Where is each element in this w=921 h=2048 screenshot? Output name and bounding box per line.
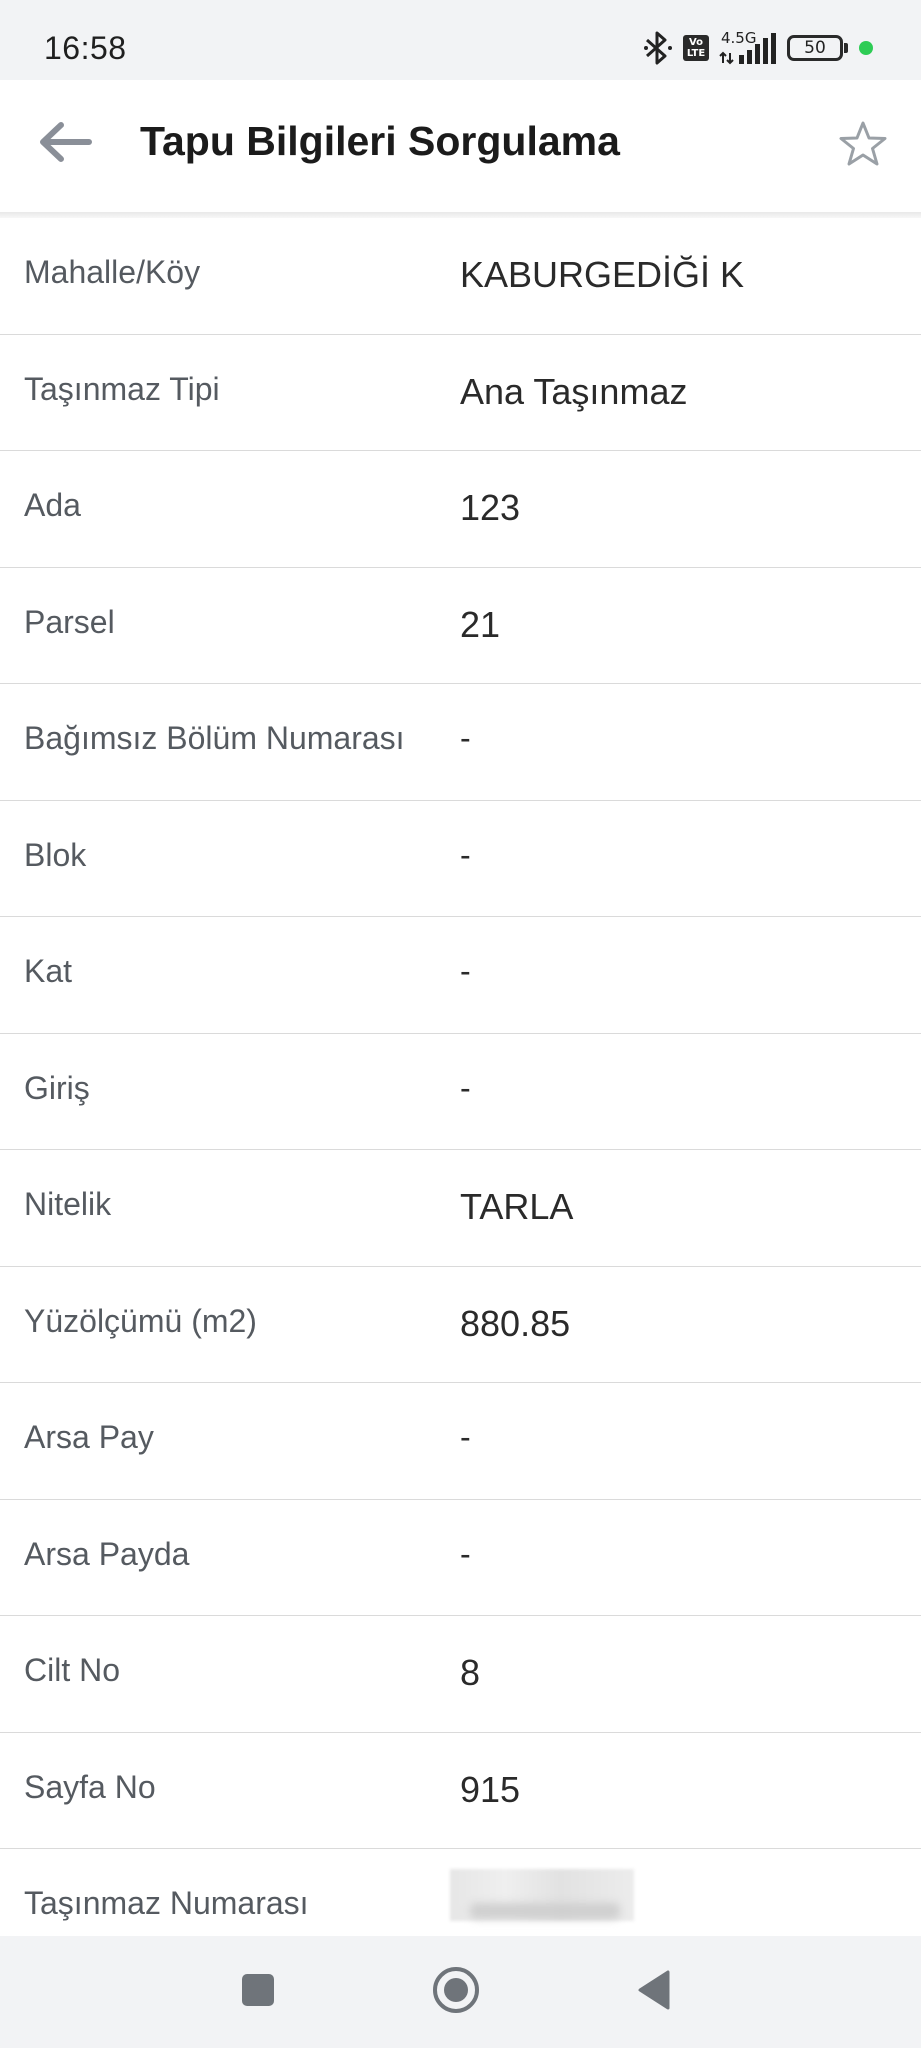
list-item: Parsel 21 xyxy=(0,568,921,684)
list-item: Yüzölçümü (m2) 880.85 xyxy=(0,1267,921,1383)
row-label: Blok xyxy=(24,836,87,873)
row-value: 880.85 xyxy=(460,1302,571,1344)
row-value: - xyxy=(460,1419,471,1455)
redacted-text-blur xyxy=(470,1903,620,1919)
volte-icon: Vo LTE xyxy=(683,35,709,61)
row-label: Taşınmaz Numarası xyxy=(24,1885,309,1921)
row-value: - xyxy=(460,836,471,873)
row-value: 21 xyxy=(460,603,501,645)
triangle-back-icon xyxy=(634,1968,674,2017)
app-bar: Tapu Bilgileri Sorgulama xyxy=(0,80,921,212)
row-value: KABURGEDİĞİ K xyxy=(460,254,745,295)
privacy-indicator-dot xyxy=(859,41,873,55)
row-label: Yüzölçümü (m2) xyxy=(24,1302,257,1339)
row-label: Bağımsız Bölüm Numarası xyxy=(24,720,405,756)
row-value: 915 xyxy=(460,1768,521,1810)
list-item: Taşınmaz Numarası xyxy=(0,1849,921,1936)
redacted-value xyxy=(450,1869,634,1921)
row-label: Giriş xyxy=(24,1069,90,1106)
nav-back-button[interactable] xyxy=(622,1960,686,2024)
status-icons: Vo LTE 4.5G 50 xyxy=(643,28,873,68)
back-button[interactable] xyxy=(30,114,100,174)
status-time: 16:58 xyxy=(44,30,127,66)
row-label: Ada xyxy=(24,487,81,523)
arrow-left-icon xyxy=(37,120,93,169)
list-item: Mahalle/Köy KABURGEDİĞİ K xyxy=(0,218,921,335)
signal-icon: 4.5G xyxy=(719,29,777,65)
list-item: Bağımsız Bölüm Numarası - xyxy=(0,684,921,801)
row-label: Sayfa No xyxy=(24,1768,156,1805)
row-value: - xyxy=(460,1069,471,1106)
recents-button[interactable] xyxy=(226,1960,290,2024)
list-item: Arsa Payda - xyxy=(0,1500,921,1616)
square-recents-icon xyxy=(240,1972,276,2013)
list-item: Blok - xyxy=(0,801,921,917)
list-item: Cilt No 8 xyxy=(0,1616,921,1733)
row-value: - xyxy=(460,953,471,989)
row-label: Kat xyxy=(24,953,73,989)
star-outline-icon xyxy=(838,120,888,173)
row-label: Arsa Payda xyxy=(24,1535,190,1572)
row-label: Mahalle/Köy xyxy=(24,254,201,290)
row-label: Cilt No xyxy=(24,1652,121,1688)
row-value: - xyxy=(460,720,471,756)
bluetooth-icon xyxy=(643,31,673,65)
list-item: Kat - xyxy=(0,917,921,1034)
row-value: 123 xyxy=(460,487,521,528)
row-label: Arsa Pay xyxy=(24,1419,154,1455)
status-bar: 16:58 Vo LTE 4.5G 50 xyxy=(0,0,921,80)
system-nav-bar xyxy=(0,1936,921,2048)
row-value: Ana Taşınmaz xyxy=(460,370,688,412)
circle-home-icon xyxy=(431,1965,481,2020)
home-button[interactable] xyxy=(424,1960,488,2024)
row-label: Parsel xyxy=(24,603,115,640)
row-value: TARLA xyxy=(460,1186,574,1227)
battery-icon: 50 xyxy=(787,35,848,61)
list-item: Giriş - xyxy=(0,1034,921,1150)
row-label: Taşınmaz Tipi xyxy=(24,370,220,407)
row-value: - xyxy=(460,1535,471,1572)
list-item: Nitelik TARLA xyxy=(0,1150,921,1267)
favorite-button[interactable] xyxy=(833,116,893,176)
row-value: 8 xyxy=(460,1652,481,1693)
list-item: Ada 123 xyxy=(0,451,921,568)
page-title: Tapu Bilgileri Sorgulama xyxy=(140,118,620,164)
list-item: Sayfa No 915 xyxy=(0,1733,921,1849)
list-item: Taşınmaz Tipi Ana Taşınmaz xyxy=(0,335,921,451)
detail-list[interactable]: Mahalle/Köy KABURGEDİĞİ K Taşınmaz Tipi … xyxy=(0,218,921,1936)
row-label: Nitelik xyxy=(24,1186,112,1222)
list-item: Arsa Pay - xyxy=(0,1383,921,1500)
